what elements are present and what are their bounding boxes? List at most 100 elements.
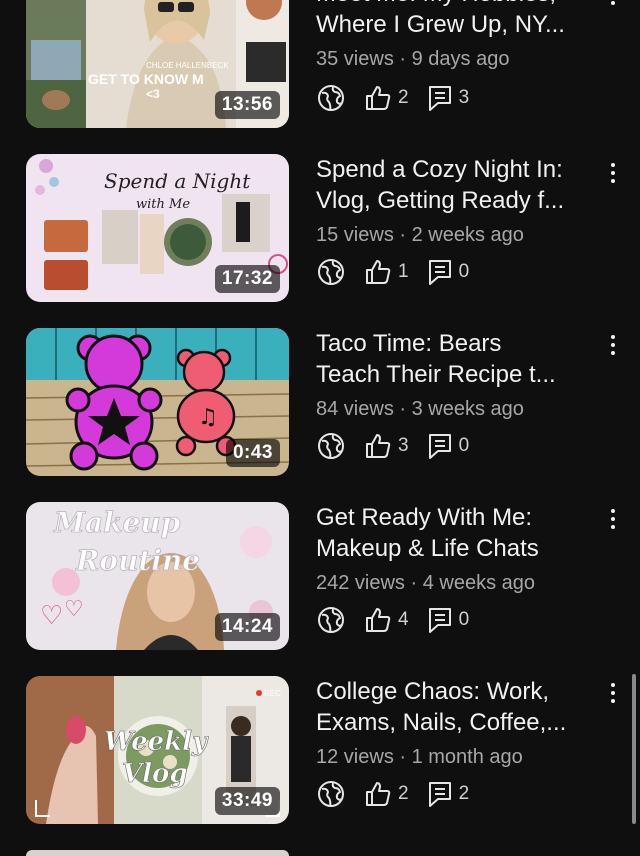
video-meta: 84 views · 3 weeks ago bbox=[316, 398, 524, 421]
view-count: 35 views bbox=[316, 48, 394, 70]
video-thumbnail[interactable]: Spend a Night with Me 17:32 bbox=[26, 154, 289, 302]
globe-icon bbox=[316, 257, 346, 287]
more-vertical-icon[interactable] bbox=[598, 0, 628, 12]
comment-count: 0 bbox=[458, 609, 470, 630]
view-count: 242 views bbox=[316, 572, 405, 594]
video-thumbnail[interactable]: CHLOE HALLENBECK GET TO KNOW M <3 13:56 bbox=[26, 0, 289, 128]
upload-age: 9 days ago bbox=[411, 48, 510, 70]
meta-separator: · bbox=[410, 572, 423, 594]
thumbnail-overlay-text: GET TO KNOW M bbox=[88, 71, 204, 87]
video-item[interactable]: Makeup Routine ♡ ♡ 14:24 Get Ready With … bbox=[0, 502, 640, 652]
thumbnail-overlay-text: Spend a Night bbox=[104, 169, 251, 193]
upload-age: 4 weeks ago bbox=[422, 572, 536, 594]
thumbnail-overlay-text: Weekly bbox=[104, 727, 209, 757]
more-vertical-icon[interactable] bbox=[598, 156, 628, 190]
thumbs-up-icon[interactable] bbox=[364, 84, 392, 112]
more-vertical-icon[interactable] bbox=[598, 502, 628, 536]
thumbnail-overlay-text-2: Vlog bbox=[122, 759, 188, 789]
view-count: 12 views bbox=[316, 746, 394, 768]
video-item[interactable]: REC Weekly Vlog 33:49 College Chaos: Wor… bbox=[0, 676, 640, 826]
thumbnail-small-text: REC bbox=[264, 689, 281, 698]
video-title-line-2: Exams, Nails, Coffee,... bbox=[316, 709, 567, 736]
meta-separator: · bbox=[399, 398, 412, 420]
video-title-line-1: Taco Time: Bears bbox=[316, 330, 502, 357]
comment-count: 0 bbox=[458, 435, 470, 456]
video-thumbnail[interactable] bbox=[26, 850, 289, 856]
globe-icon bbox=[316, 431, 346, 461]
video-stats: 1 0 bbox=[316, 257, 487, 287]
video-thumbnail[interactable]: Makeup Routine ♡ ♡ 14:24 bbox=[26, 502, 289, 650]
video-item-partial[interactable] bbox=[0, 850, 640, 856]
upload-age: 2 weeks ago bbox=[411, 224, 524, 246]
video-duration: 33:49 bbox=[214, 787, 280, 815]
comment-count: 3 bbox=[458, 87, 470, 108]
video-meta: 12 views · 1 month ago bbox=[316, 746, 523, 769]
video-stats: 2 2 bbox=[316, 779, 487, 809]
svg-text:♫: ♫ bbox=[198, 405, 218, 430]
meta-separator: · bbox=[399, 48, 412, 70]
like-count: 2 bbox=[398, 87, 409, 108]
video-title-line-1: Meet Me: My Hobbies, bbox=[316, 0, 596, 9]
scrollbar[interactable] bbox=[632, 674, 636, 824]
video-title-line-2: Teach Their Recipe t... bbox=[316, 361, 556, 388]
video-title[interactable]: Taco Time: Bears Teach Their Recipe t... bbox=[316, 328, 596, 390]
video-stats: 4 0 bbox=[316, 605, 487, 635]
more-vertical-icon[interactable] bbox=[598, 676, 628, 710]
thumbnail-small-text: CHLOE HALLENBECK bbox=[146, 61, 229, 70]
video-title-line-1: Spend a Cozy Night In: bbox=[316, 156, 563, 183]
svg-text:♡: ♡ bbox=[40, 601, 63, 631]
meta-separator: · bbox=[399, 746, 412, 768]
video-title-line-1: Get Ready With Me: bbox=[316, 504, 533, 531]
globe-icon bbox=[316, 605, 346, 635]
comment-count: 2 bbox=[458, 783, 470, 804]
video-stats: 3 0 bbox=[316, 431, 487, 461]
comment-icon[interactable] bbox=[427, 258, 453, 286]
video-duration: 17:32 bbox=[214, 265, 280, 293]
thumbnail-overlay-text-2: <3 bbox=[146, 87, 160, 101]
video-duration: 14:24 bbox=[214, 613, 280, 641]
video-stats: 2 3 bbox=[316, 83, 487, 113]
upload-age: 1 month ago bbox=[411, 746, 523, 768]
video-title-line-1: College Chaos: Work, bbox=[316, 678, 549, 705]
video-title[interactable]: Meet Me: My Hobbies, Where I Grew Up, NY… bbox=[316, 0, 596, 40]
video-title[interactable]: Spend a Cozy Night In: Vlog, Getting Rea… bbox=[316, 154, 596, 216]
upload-age: 3 weeks ago bbox=[411, 398, 524, 420]
like-count: 1 bbox=[398, 261, 409, 282]
video-duration: 0:43 bbox=[225, 439, 280, 467]
video-title-line-2: Vlog, Getting Ready f... bbox=[316, 187, 565, 214]
like-count: 3 bbox=[398, 435, 409, 456]
thumbnail-overlay-text: Makeup bbox=[53, 506, 181, 539]
thumbnail-overlay-text-2: Routine bbox=[75, 544, 200, 577]
video-item[interactable]: CHLOE HALLENBECK GET TO KNOW M <3 13:56 … bbox=[0, 0, 640, 130]
comment-icon[interactable] bbox=[427, 84, 453, 112]
more-vertical-icon[interactable] bbox=[598, 328, 628, 362]
thumbs-up-icon[interactable] bbox=[364, 258, 392, 286]
thumbnail-overlay-text-2: with Me bbox=[136, 197, 190, 212]
thumbs-up-icon[interactable] bbox=[364, 432, 392, 460]
thumbs-up-icon[interactable] bbox=[364, 780, 392, 808]
globe-icon bbox=[316, 83, 346, 113]
like-count: 4 bbox=[398, 609, 409, 630]
video-meta: 242 views · 4 weeks ago bbox=[316, 572, 535, 595]
comment-icon[interactable] bbox=[427, 606, 453, 634]
video-meta: 35 views · 9 days ago bbox=[316, 48, 509, 71]
meta-separator: · bbox=[399, 224, 412, 246]
view-count: 84 views bbox=[316, 398, 394, 420]
video-item[interactable]: Spend a Night with Me 17:32 Spend a Cozy… bbox=[0, 154, 640, 304]
video-thumbnail[interactable]: REC Weekly Vlog 33:49 bbox=[26, 676, 289, 824]
comment-count: 0 bbox=[458, 261, 470, 282]
svg-text:♡: ♡ bbox=[64, 597, 84, 622]
comment-icon[interactable] bbox=[427, 432, 453, 460]
comment-icon[interactable] bbox=[427, 780, 453, 808]
video-title[interactable]: College Chaos: Work, Exams, Nails, Coffe… bbox=[316, 676, 596, 738]
video-item[interactable]: ♫ 0:43 Taco Time: Bears Teach Their Reci… bbox=[0, 328, 640, 478]
video-thumbnail[interactable]: ♫ 0:43 bbox=[26, 328, 289, 476]
video-title-line-2: Makeup & Life Chats bbox=[316, 535, 539, 562]
thumbs-up-icon[interactable] bbox=[364, 606, 392, 634]
view-count: 15 views bbox=[316, 224, 394, 246]
video-title-line-2: Where I Grew Up, NY... bbox=[316, 11, 565, 38]
globe-icon bbox=[316, 779, 346, 809]
video-title[interactable]: Get Ready With Me: Makeup & Life Chats bbox=[316, 502, 596, 564]
video-duration: 13:56 bbox=[214, 91, 280, 119]
like-count: 2 bbox=[398, 783, 409, 804]
